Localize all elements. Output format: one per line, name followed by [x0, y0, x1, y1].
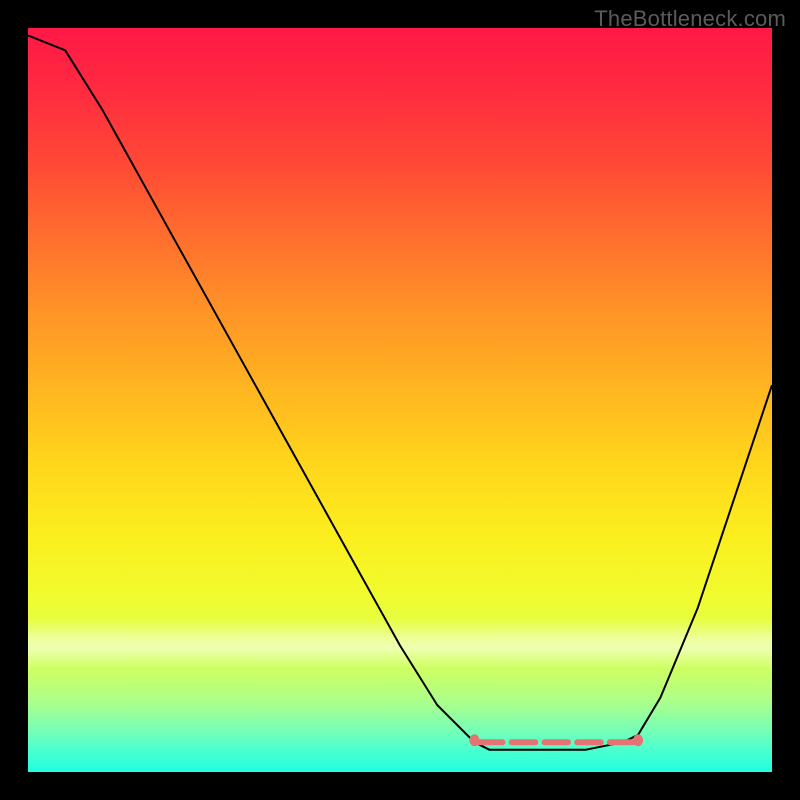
- bottleneck-curve: [28, 35, 772, 749]
- necklace-group: [469, 734, 643, 746]
- plot-area: [28, 28, 772, 772]
- watermark-text: TheBottleneck.com: [594, 6, 786, 32]
- curve-svg: [28, 28, 772, 772]
